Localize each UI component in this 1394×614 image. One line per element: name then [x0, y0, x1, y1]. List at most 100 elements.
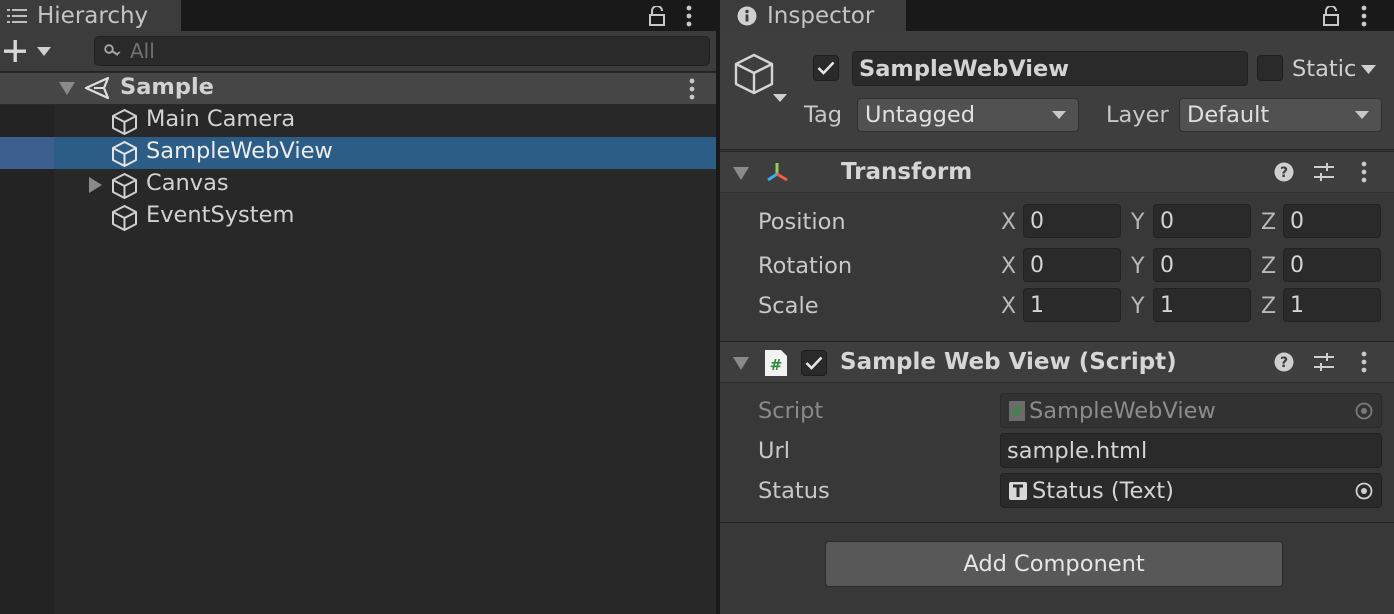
component-more-icon[interactable] — [1360, 351, 1368, 373]
preset-settings-icon[interactable] — [1313, 162, 1335, 182]
search-input[interactable]: All — [94, 36, 710, 66]
axis-z-label[interactable]: Z — [1261, 254, 1276, 279]
hierarchy-item-canvas[interactable]: Canvas — [0, 169, 716, 201]
hierarchy-list-icon — [7, 8, 27, 24]
position-label[interactable]: Position — [758, 209, 846, 235]
more-options-icon[interactable] — [685, 0, 693, 31]
axis-z-label[interactable]: Z — [1261, 294, 1276, 319]
hierarchy-item-label: Main Camera — [146, 106, 296, 132]
hierarchy-item-label: EventSystem — [146, 202, 295, 228]
axis-x-label[interactable]: X — [1001, 294, 1016, 319]
axis-y-label[interactable]: Y — [1131, 210, 1144, 235]
scale-label[interactable]: Scale — [758, 293, 819, 319]
gameobject-header: SampleWebView Static Tag Untagged Layer … — [720, 31, 1394, 150]
axis-z-label[interactable]: Z — [1261, 210, 1276, 235]
axis-x-label[interactable]: X — [1001, 210, 1016, 235]
static-checkbox[interactable] — [1257, 55, 1283, 81]
field-value: 1 — [1290, 292, 1304, 318]
lock-icon[interactable] — [648, 0, 666, 31]
tag-value: Untagged — [865, 102, 976, 128]
expand-arrow-icon[interactable] — [89, 177, 102, 193]
hierarchy-item-label: SampleWebView — [146, 138, 333, 164]
tab-inspector-label: Inspector — [767, 2, 875, 29]
selection-gutter — [0, 137, 54, 169]
tab-hierarchy[interactable]: Hierarchy — [0, 0, 181, 31]
hierarchy-item-samplewebview[interactable]: SampleWebView — [0, 137, 716, 169]
help-icon[interactable]: ? — [1274, 162, 1294, 182]
script-component-header[interactable]: # Sample Web View (Script) ? — [720, 341, 1394, 382]
static-label[interactable]: Static — [1292, 56, 1356, 82]
script-component-body: Script # SampleWebView Url sample.html S… — [720, 382, 1394, 523]
scale-z-field[interactable]: 1 — [1283, 288, 1381, 322]
info-icon — [737, 6, 757, 26]
create-button[interactable] — [3, 37, 55, 65]
axis-y-label[interactable]: Y — [1131, 294, 1144, 319]
object-name-value: SampleWebView — [859, 55, 1070, 82]
svg-text:#: # — [770, 356, 783, 374]
hierarchy-toolbar: All — [0, 31, 716, 72]
inspector-panel: Inspector SampleWebView Static Tag Untag… — [720, 0, 1394, 614]
rotation-label[interactable]: Rotation — [758, 253, 852, 279]
chevron-down-icon — [1355, 111, 1369, 119]
url-label[interactable]: Url — [758, 438, 790, 464]
expand-arrow-icon[interactable] — [59, 82, 75, 95]
url-field[interactable]: sample.html — [1000, 433, 1382, 468]
rotation-x-field[interactable]: 0 — [1023, 248, 1121, 282]
help-icon[interactable]: ? — [1274, 352, 1294, 372]
gameobject-cube-icon — [111, 140, 138, 167]
scene-row[interactable]: Sample — [0, 73, 716, 104]
position-y-field[interactable]: 0 — [1153, 204, 1251, 238]
position-z-field[interactable]: 0 — [1283, 204, 1381, 238]
static-dropdown-icon[interactable] — [1361, 65, 1376, 74]
chevron-down-icon — [1052, 111, 1066, 119]
status-label[interactable]: Status — [758, 478, 830, 504]
csharp-file-icon: # — [1009, 400, 1025, 421]
rotation-y-field[interactable]: 0 — [1153, 248, 1251, 282]
transform-header[interactable]: Transform ? — [720, 151, 1394, 192]
object-picker-icon — [1355, 402, 1373, 420]
script-label: Script — [758, 398, 824, 424]
gameobject-cube-icon — [111, 204, 138, 231]
scale-x-field[interactable]: 1 — [1023, 288, 1121, 322]
layer-value: Default — [1187, 102, 1270, 128]
hierarchy-tree: Sample Main Camera SampleWebView Canvas … — [0, 73, 716, 614]
lock-icon[interactable] — [1322, 0, 1340, 31]
rotation-z-field[interactable]: 0 — [1283, 248, 1381, 282]
axis-y-label[interactable]: Y — [1131, 254, 1144, 279]
text-component-icon — [1009, 481, 1027, 500]
gameobject-cube-icon — [111, 172, 138, 199]
scale-y-field[interactable]: 1 — [1153, 288, 1251, 322]
script-component-title: Sample Web View (Script) — [840, 349, 1177, 375]
status-value: Status (Text) — [1032, 477, 1174, 504]
transform-body: Position X 0 Y 0 Z 0 Rotation X 0 Y 0 Z … — [720, 192, 1394, 340]
gameobject-icon[interactable] — [733, 52, 789, 106]
tag-dropdown[interactable]: Untagged — [857, 98, 1079, 132]
more-options-icon[interactable] — [1360, 0, 1368, 31]
component-enabled-checkbox[interactable] — [801, 350, 827, 376]
hierarchy-panel: Hierarchy All Sample Main Camera SampleW… — [0, 0, 716, 614]
scene-more-icon[interactable] — [688, 78, 696, 100]
hierarchy-item-main-camera[interactable]: Main Camera — [0, 105, 716, 137]
search-icon — [104, 44, 122, 58]
field-value: 1 — [1030, 292, 1044, 318]
field-value: 0 — [1160, 252, 1174, 278]
script-field: # SampleWebView — [1000, 393, 1382, 428]
foldout-arrow-icon[interactable] — [733, 357, 749, 370]
layer-dropdown[interactable]: Default — [1179, 98, 1382, 132]
object-picker-icon[interactable] — [1355, 482, 1373, 500]
object-name-field[interactable]: SampleWebView — [852, 51, 1248, 86]
foldout-arrow-icon[interactable] — [733, 167, 749, 180]
plus-icon — [3, 39, 27, 63]
position-x-field[interactable]: 0 — [1023, 204, 1121, 238]
component-more-icon[interactable] — [1360, 161, 1368, 183]
preset-settings-icon[interactable] — [1313, 352, 1335, 372]
status-field[interactable]: Status (Text) — [1000, 473, 1382, 508]
inspector-tabstrip: Inspector — [720, 0, 1394, 31]
field-value: 1 — [1160, 292, 1174, 318]
tab-inspector[interactable]: Inspector — [720, 0, 906, 31]
axis-x-label[interactable]: X — [1001, 254, 1016, 279]
hierarchy-item-eventsystem[interactable]: EventSystem — [0, 201, 716, 233]
active-checkbox[interactable] — [813, 55, 839, 81]
script-value: SampleWebView — [1029, 397, 1216, 424]
add-component-button[interactable]: Add Component — [825, 541, 1283, 587]
